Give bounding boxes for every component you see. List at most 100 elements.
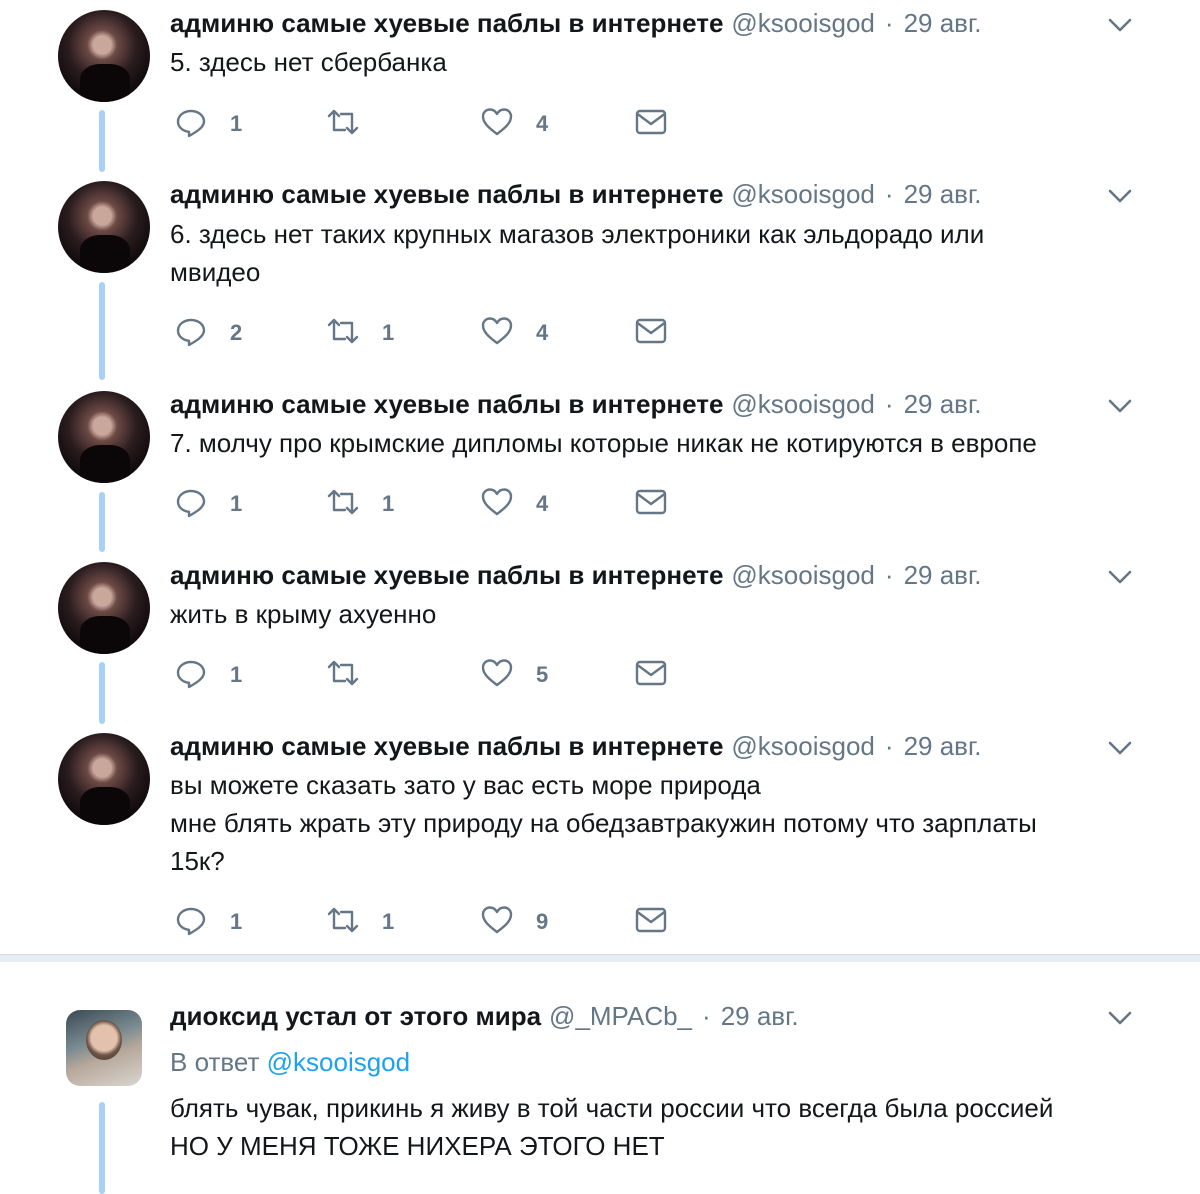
reply-button[interactable]: 1 [174, 104, 242, 144]
author-name[interactable]: админю самые хуевые паблы в интернете [170, 389, 723, 420]
separator-dot: · [884, 178, 894, 209]
avatar[interactable] [58, 181, 150, 273]
envelope-icon [634, 903, 668, 942]
reply-button[interactable]: 2 [174, 313, 242, 353]
tweet[interactable]: диоксид устал от этого мира @_MPACb_ · 2… [0, 995, 1200, 1194]
tweet-date[interactable]: 29 авг. [904, 8, 982, 39]
tweet-text-line: блять чувак, прикинь я живу в той части … [170, 1093, 1054, 1123]
author-handle[interactable]: @ksooisgod [731, 560, 874, 591]
like-button[interactable]: 5 [480, 655, 548, 695]
retweet-button[interactable]: 1 [326, 484, 394, 524]
heart-icon [480, 485, 514, 524]
like-button[interactable]: 4 [480, 313, 548, 353]
reply-count: 1 [230, 111, 243, 136]
author-name[interactable]: диоксид устал от этого мира [170, 1001, 541, 1032]
retweet-icon [326, 485, 360, 524]
retweet-button[interactable] [326, 104, 382, 144]
tweet[interactable]: админю самые хуевые паблы в интернете @k… [0, 724, 1200, 954]
tweet-header: админю самые хуевые паблы в интернете @k… [170, 6, 982, 40]
reply-count: 1 [230, 662, 243, 687]
tweet-header: админю самые хуевые паблы в интернете @k… [170, 177, 982, 211]
author-handle[interactable]: @ksooisgod [731, 731, 874, 762]
chevron-down-icon[interactable] [1104, 9, 1136, 41]
tweet-date[interactable]: 29 авг. [904, 560, 982, 591]
tweet-date[interactable]: 29 авг. [904, 179, 982, 210]
dm-button[interactable] [634, 313, 668, 353]
tweet-text: 7. молчу про крымские дипломы которые ни… [170, 424, 1037, 462]
avatar[interactable] [58, 391, 150, 483]
avatar[interactable] [58, 10, 150, 102]
tweet[interactable]: админю самые хуевые паблы в интернете @k… [0, 382, 1200, 552]
tweet-text-line: вы можете сказать зато у вас есть море п… [170, 770, 761, 800]
tweet-text: вы можете сказать зато у вас есть море п… [170, 766, 1037, 880]
author-name[interactable]: админю самые хуевые паблы в интернете [170, 8, 723, 39]
chevron-down-icon[interactable] [1104, 1002, 1136, 1034]
retweet-icon [326, 314, 360, 353]
dm-button[interactable] [634, 484, 668, 524]
tweet-date[interactable]: 29 авг. [904, 389, 982, 420]
retweet-button[interactable]: 1 [326, 902, 394, 942]
tweet[interactable]: админю самые хуевые паблы в интернете @k… [0, 553, 1200, 723]
tweet[interactable]: админю самые хуевые паблы в интернете @k… [0, 0, 1200, 170]
tweet-text: 5. здесь нет сбербанка [170, 43, 447, 81]
author-name[interactable]: админю самые хуевые паблы в интернете [170, 731, 723, 762]
separator-dot: · [884, 388, 894, 419]
like-button[interactable]: 4 [480, 104, 548, 144]
author-name[interactable]: админю самые хуевые паблы в интернете [170, 179, 723, 210]
author-handle[interactable]: @ksooisgod [731, 179, 874, 210]
reply-mention-link[interactable]: @ksooisgod [267, 1047, 410, 1077]
retweet-icon [326, 105, 360, 144]
like-button[interactable]: 9 [480, 902, 548, 942]
chevron-down-icon[interactable] [1104, 180, 1136, 212]
heart-icon [480, 656, 514, 695]
like-button[interactable]: 4 [480, 484, 548, 524]
tweet-date[interactable]: 29 авг. [721, 1001, 799, 1032]
heart-icon [480, 903, 514, 942]
chevron-down-icon[interactable] [1104, 561, 1136, 593]
retweet-icon [326, 903, 360, 942]
author-handle[interactable]: @_MPACb_ [549, 1001, 692, 1032]
tweet-header: диоксид устал от этого мира @_MPACb_ · 2… [170, 999, 799, 1033]
heart-icon [480, 105, 514, 144]
section-divider [0, 954, 1200, 962]
chevron-down-icon[interactable] [1104, 390, 1136, 422]
separator-dot: · [884, 730, 894, 761]
reply-icon [174, 903, 208, 942]
retweet-count: 1 [382, 491, 395, 516]
tweet-text-line: мвидео [170, 257, 261, 287]
tweet-header: админю самые хуевые паблы в интернете @k… [170, 558, 982, 592]
separator-dot: · [884, 7, 894, 38]
reply-button[interactable]: 1 [174, 484, 242, 524]
dm-button[interactable] [634, 104, 668, 144]
separator-dot: · [884, 559, 894, 590]
reply-icon [174, 314, 208, 353]
reply-count: 2 [230, 320, 243, 345]
retweet-button[interactable] [326, 655, 382, 695]
retweet-button[interactable]: 1 [326, 313, 394, 353]
reply-button[interactable]: 1 [174, 655, 242, 695]
retweet-count: 1 [382, 320, 395, 345]
avatar[interactable] [66, 1010, 142, 1086]
tweet[interactable]: админю самые хуевые паблы в интернете @k… [0, 172, 1200, 382]
author-name[interactable]: админю самые хуевые паблы в интернете [170, 560, 723, 591]
tweet-header: админю самые хуевые паблы в интернете @k… [170, 729, 982, 763]
tweet-date[interactable]: 29 авг. [904, 731, 982, 762]
avatar[interactable] [58, 733, 150, 825]
author-handle[interactable]: @ksooisgod [731, 8, 874, 39]
dm-button[interactable] [634, 902, 668, 942]
like-count: 5 [536, 662, 549, 687]
reply-prefix: В ответ [170, 1047, 260, 1077]
tweet-text: жить в крыму ахуенно [170, 595, 436, 633]
envelope-icon [634, 485, 668, 524]
reply-button[interactable]: 1 [174, 902, 242, 942]
tweet-text-line: мне блять жрать эту природу на обедзавтр… [170, 808, 1037, 838]
tweet-text-line: 6. здесь нет таких крупных магазов элект… [170, 219, 985, 249]
avatar[interactable] [58, 562, 150, 654]
envelope-icon [634, 105, 668, 144]
author-handle[interactable]: @ksooisgod [731, 389, 874, 420]
reply-count: 1 [230, 491, 243, 516]
reply-icon [174, 105, 208, 144]
tweet-text-line: жить в крыму ахуенно [170, 599, 437, 629]
chevron-down-icon[interactable] [1104, 732, 1136, 764]
dm-button[interactable] [634, 655, 668, 695]
